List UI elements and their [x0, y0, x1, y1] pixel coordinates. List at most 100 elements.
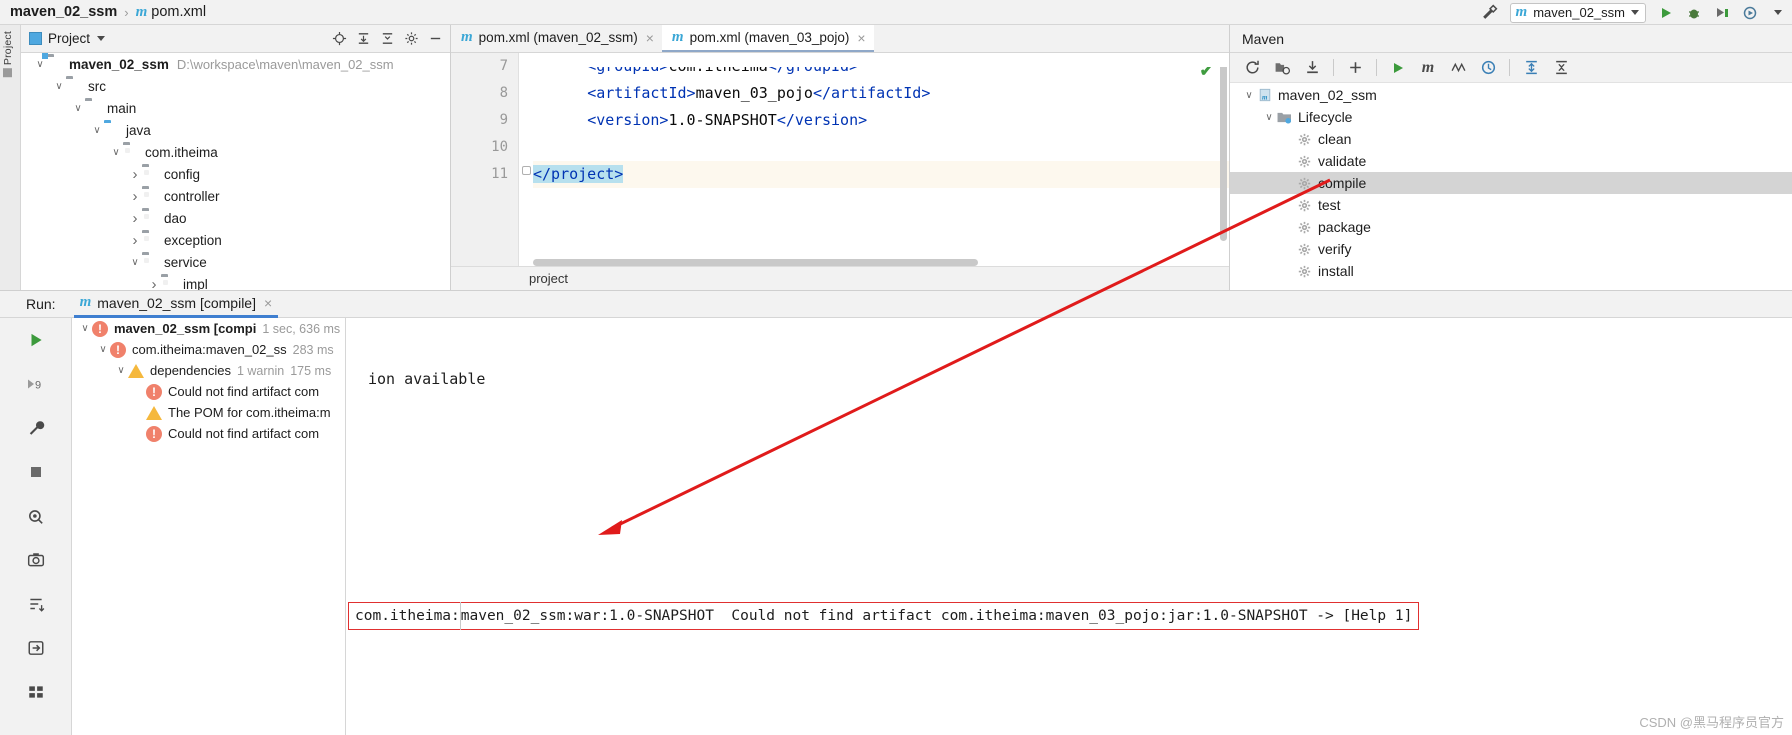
rerun-failed-icon[interactable]: 9 — [0, 362, 71, 406]
editor-gutter[interactable]: 7 8 9 10 11 — [451, 53, 519, 290]
chevron-right-icon[interactable]: › — [128, 188, 142, 205]
chevron-down-icon[interactable]: ∨ — [1262, 112, 1276, 123]
chevron-down-icon[interactable]: ∨ — [109, 147, 123, 158]
run-console[interactable]: ion available com.itheima: maven_02_ssm:… — [346, 318, 1792, 735]
code-line[interactable]: <version>1.0-SNAPSHOT</version> — [533, 107, 1229, 134]
chevron-right-icon[interactable]: › — [128, 166, 142, 183]
maven-tree-row[interactable]: install — [1230, 260, 1792, 282]
chevron-down-icon[interactable]: ∨ — [96, 344, 110, 355]
add-icon[interactable] — [1341, 54, 1369, 82]
chevron-down-icon[interactable]: ∨ — [90, 125, 104, 136]
download-sources-icon[interactable] — [1298, 54, 1326, 82]
run-tree-row[interactable]: ∨! com.itheima:maven_02_ss 283 ms — [72, 339, 345, 360]
filter-icon[interactable] — [0, 494, 71, 538]
export-icon[interactable] — [0, 626, 71, 670]
reload-icon[interactable] — [1238, 54, 1266, 82]
collapse-all-icon[interactable] — [376, 26, 398, 52]
code-line[interactable]: </project> — [533, 161, 1229, 188]
editor-horizontal-scrollbar[interactable] — [533, 259, 978, 266]
run-tree-row[interactable]: ∨! maven_02_ssm [compi 1 sec, 636 ms — [72, 318, 345, 339]
collapse-to-selection-icon[interactable] — [352, 26, 374, 52]
run-icon[interactable] — [1384, 54, 1412, 82]
run-result-tree[interactable]: ∨! maven_02_ssm [compi 1 sec, 636 ms ∨! com.… — [72, 318, 346, 735]
expand-all-icon[interactable] — [1517, 54, 1545, 82]
project-tree-row[interactable]: › exception — [21, 229, 450, 251]
project-tree-row[interactable]: ∨ service — [21, 251, 450, 273]
toggle-skip-tests-icon[interactable] — [1444, 54, 1472, 82]
toggle-offline-icon[interactable] — [1474, 54, 1502, 82]
project-tree-row[interactable]: › dao — [21, 207, 450, 229]
profiler-icon[interactable] — [1736, 0, 1764, 25]
chevron-down-icon[interactable]: ∨ — [78, 323, 92, 334]
maven-tree[interactable]: ∨ m maven_02_ssm ∨ Lifecycle clean validate com… — [1230, 84, 1792, 290]
maven-tree-row[interactable]: package — [1230, 216, 1792, 238]
run-tree-row[interactable]: ! Could not find artifact com — [72, 381, 345, 402]
maven-tree-row[interactable]: validate — [1230, 150, 1792, 172]
maven-tree-row[interactable]: ∨ Lifecycle — [1230, 106, 1792, 128]
run-tree-row[interactable]: The POM for com.itheima:m — [72, 402, 345, 423]
project-tree-row[interactable]: › controller — [21, 185, 450, 207]
project-tree-row[interactable]: › impl — [21, 273, 450, 291]
maven-tree-row[interactable]: test — [1230, 194, 1792, 216]
maven-tree-row[interactable]: ∨ m maven_02_ssm — [1230, 84, 1792, 106]
target-icon[interactable] — [328, 26, 350, 52]
code-content[interactable]: <groupId>com.itheima</groupId> <artifact… — [533, 53, 1229, 290]
maven-tree-row[interactable]: compile — [1230, 172, 1792, 194]
settings-wrench-icon[interactable] — [0, 406, 71, 450]
chevron-down-icon[interactable] — [1764, 0, 1792, 25]
chevron-right-icon[interactable]: › — [128, 210, 142, 227]
hide-icon[interactable] — [424, 26, 446, 52]
editor-vertical-scrollbar[interactable] — [1220, 61, 1227, 241]
project-tree-row[interactable]: ∨ src — [21, 75, 450, 97]
screenshot-icon[interactable] — [0, 538, 71, 582]
run-with-coverage-icon[interactable] — [1708, 0, 1736, 25]
chevron-down-icon[interactable] — [1631, 10, 1639, 15]
project-tree-row[interactable]: ∨ java — [21, 119, 450, 141]
chevron-down-icon[interactable]: ∨ — [33, 59, 47, 70]
project-tree-row[interactable]: › config — [21, 163, 450, 185]
stop-icon[interactable] — [0, 450, 71, 494]
project-tree[interactable]: ∨ maven_02_ssm D:\workspace\maven\maven_02… — [21, 53, 450, 290]
editor-breadcrumb[interactable]: project — [451, 266, 1229, 290]
run-icon[interactable] — [1652, 0, 1680, 25]
breadcrumb-file[interactable]: pom.xml — [151, 4, 206, 20]
chevron-right-icon[interactable]: › — [147, 276, 161, 291]
editor-tab[interactable]: m pom.xml (maven_02_ssm) × — [451, 25, 662, 52]
layout-icon[interactable] — [0, 670, 71, 714]
editor-tab-bar[interactable]: m pom.xml (maven_02_ssm) × m pom.xml (maven_… — [451, 25, 1229, 53]
gear-icon[interactable] — [400, 26, 422, 52]
run-tree-row[interactable]: ∨ dependencies 1 warnin 175 ms — [72, 360, 345, 381]
maven-tree-row[interactable]: verify — [1230, 238, 1792, 260]
chevron-down-icon[interactable]: ∨ — [1242, 90, 1256, 101]
chevron-down-icon[interactable]: ∨ — [128, 257, 142, 268]
hammer-icon[interactable] — [1476, 0, 1504, 25]
run-tab[interactable]: m maven_02_ssm [compile] × — [73, 291, 279, 318]
chevron-down-icon[interactable]: ∨ — [71, 103, 85, 114]
collapse-all-icon[interactable] — [1547, 54, 1575, 82]
chevron-down-icon[interactable]: ∨ — [52, 81, 66, 92]
close-icon[interactable]: × — [264, 295, 272, 311]
maven-tree-row[interactable]: clean — [1230, 128, 1792, 150]
chevron-right-icon[interactable]: › — [128, 232, 142, 249]
project-tree-row[interactable]: ∨ com.itheima — [21, 141, 450, 163]
sort-icon[interactable] — [0, 582, 71, 626]
sidebar-item-project[interactable]: Project — [2, 31, 14, 78]
breadcrumb-project[interactable]: maven_02_ssm — [10, 4, 117, 20]
code-line[interactable] — [533, 134, 1229, 161]
run-configuration-selector[interactable]: m maven_02_ssm — [1509, 2, 1646, 23]
debug-icon[interactable] — [1680, 0, 1708, 25]
fold-marker-icon[interactable] — [522, 166, 531, 175]
chevron-down-icon[interactable] — [97, 36, 106, 41]
project-tree-row[interactable]: ∨ main — [21, 97, 450, 119]
editor-tab[interactable]: m pom.xml (maven_03_pojo) × — [661, 25, 874, 52]
rerun-icon[interactable] — [0, 318, 71, 362]
close-icon[interactable]: × — [646, 30, 654, 46]
code-line[interactable]: <artifactId>maven_03_pojo</artifactId> — [533, 80, 1229, 107]
project-tree-row[interactable]: ∨ maven_02_ssm D:\workspace\maven\maven_02… — [21, 53, 450, 75]
close-icon[interactable]: × — [857, 30, 865, 46]
chevron-down-icon[interactable]: ∨ — [114, 365, 128, 376]
editor-fold-column[interactable] — [519, 53, 533, 290]
run-tree-row[interactable]: ! Could not find artifact com — [72, 423, 345, 444]
execute-maven-goal-icon[interactable]: m — [1414, 54, 1442, 82]
generate-sources-icon[interactable] — [1268, 54, 1296, 82]
